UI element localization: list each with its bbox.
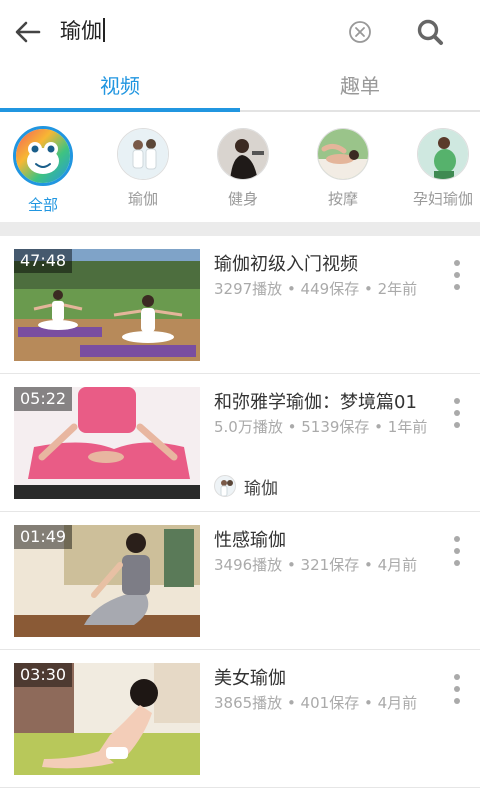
search-input[interactable]: 瑜伽 <box>60 16 105 46</box>
search-icon <box>417 19 443 45</box>
clear-circle-icon <box>349 21 371 43</box>
video-duration: 47:48 <box>14 249 73 273</box>
video-duration: 05:22 <box>14 387 73 411</box>
active-tab-indicator <box>0 108 240 112</box>
owner-avatar <box>214 475 236 497</box>
more-dot-icon <box>454 698 460 704</box>
category-label: 按摩 <box>327 190 358 208</box>
more-options-button[interactable] <box>446 260 468 290</box>
more-dot-icon <box>454 686 460 692</box>
category-fitness[interactable]: 健身 <box>203 128 283 209</box>
tab-playlists[interactable]: 趣单 <box>240 62 480 110</box>
text-caret <box>103 18 105 42</box>
video-item[interactable]: 01:49 性感瑜伽 3496播放 • 321保存 • 4月前 <box>0 512 480 650</box>
category-label: 全部 <box>27 196 58 214</box>
video-list: 47:48 瑜伽初级入门视频 3297播放 • 449保存 • 2年前 05:2… <box>0 236 480 788</box>
video-meta: 5.0万播放 • 5139保存 • 1年前 <box>214 418 428 436</box>
category-label: 孕妇瑜伽 <box>412 190 473 208</box>
category-prenatal-yoga[interactable]: 孕妇瑜伽 <box>403 128 480 209</box>
video-item[interactable]: 05:22 和弥雅学瑜伽：梦境篇01 5.0万播放 • 5139保存 • 1年前… <box>0 374 480 512</box>
video-title[interactable]: 美女瑜伽 <box>214 664 286 690</box>
search-button[interactable] <box>410 12 450 52</box>
category-thumbnail <box>417 128 469 180</box>
section-divider <box>0 222 480 236</box>
owner-name: 瑜伽 <box>244 478 278 499</box>
video-duration: 03:30 <box>14 663 73 687</box>
more-dot-icon <box>454 422 460 428</box>
video-meta: 3297播放 • 449保存 • 2年前 <box>214 280 418 298</box>
search-bar: 瑜伽 <box>0 0 480 62</box>
category-row: 全部 瑜伽 健身 按摩 孕妇瑜伽 <box>0 118 480 222</box>
tab-bar: 视频 趣单 <box>0 62 480 114</box>
video-title[interactable]: 性感瑜伽 <box>214 526 286 552</box>
video-title[interactable]: 瑜伽初级入门视频 <box>214 250 358 276</box>
video-meta: 3496播放 • 321保存 • 4月前 <box>214 556 418 574</box>
video-title[interactable]: 和弥雅学瑜伽：梦境篇01 <box>214 388 417 414</box>
category-massage[interactable]: 按摩 <box>303 128 383 209</box>
more-options-button[interactable] <box>446 536 468 566</box>
arrow-left-icon <box>15 21 41 43</box>
more-dot-icon <box>454 560 460 566</box>
frog-icon <box>13 126 73 186</box>
category-thumbnail <box>117 128 169 180</box>
video-meta: 3865播放 • 401保存 • 4月前 <box>214 694 418 712</box>
video-duration: 01:49 <box>14 525 73 549</box>
video-thumbnail[interactable]: 03:30 <box>14 663 200 775</box>
playlist-owner[interactable]: 瑜伽 <box>214 474 278 499</box>
more-dot-icon <box>454 536 460 542</box>
tab-videos[interactable]: 视频 <box>0 62 240 110</box>
more-dot-icon <box>454 272 460 278</box>
more-dot-icon <box>454 548 460 554</box>
category-yoga[interactable]: 瑜伽 <box>103 128 183 209</box>
more-dot-icon <box>454 260 460 266</box>
more-options-button[interactable] <box>446 398 468 428</box>
back-button[interactable] <box>8 12 48 52</box>
more-dot-icon <box>454 398 460 404</box>
category-label: 瑜伽 <box>127 190 158 208</box>
video-thumbnail[interactable]: 05:22 <box>14 387 200 499</box>
category-label: 健身 <box>227 190 258 208</box>
video-thumbnail[interactable]: 01:49 <box>14 525 200 637</box>
more-dot-icon <box>454 284 460 290</box>
more-options-button[interactable] <box>446 674 468 704</box>
clear-search-button[interactable] <box>344 16 376 48</box>
category-thumbnail <box>217 128 269 180</box>
category-all[interactable]: 全部 <box>3 126 83 215</box>
more-dot-icon <box>454 674 460 680</box>
more-dot-icon <box>454 410 460 416</box>
video-item[interactable]: 47:48 瑜伽初级入门视频 3297播放 • 449保存 • 2年前 <box>0 236 480 374</box>
video-item[interactable]: 03:30 美女瑜伽 3865播放 • 401保存 • 4月前 <box>0 650 480 788</box>
search-query: 瑜伽 <box>60 19 102 43</box>
video-thumbnail[interactable]: 47:48 <box>14 249 200 361</box>
category-thumbnail <box>317 128 369 180</box>
